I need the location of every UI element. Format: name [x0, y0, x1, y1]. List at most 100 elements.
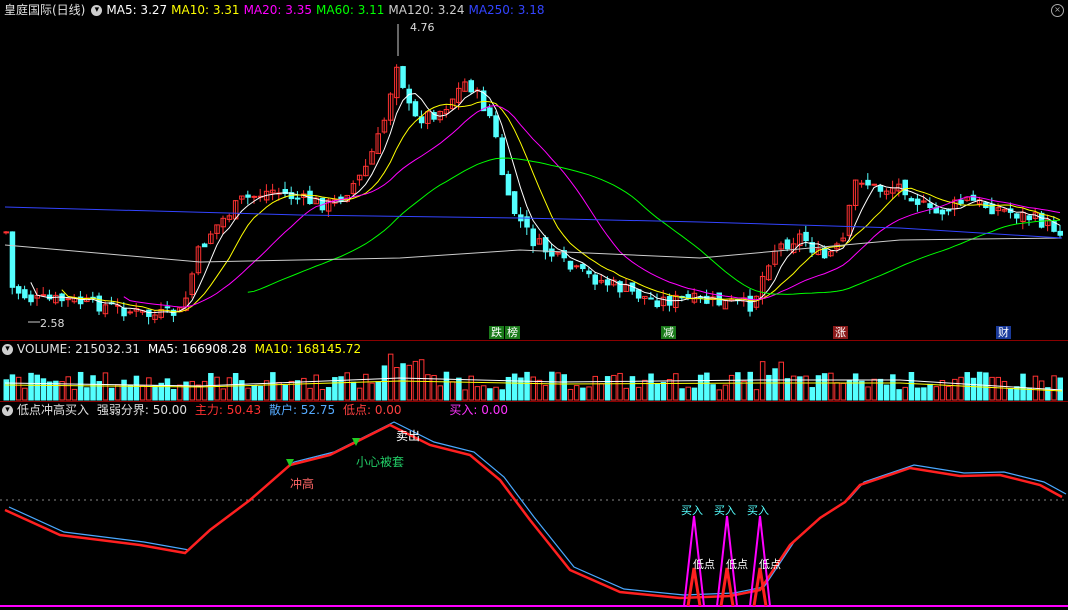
volume-bar	[549, 371, 555, 401]
volume-bar	[958, 376, 964, 401]
volume-bar	[474, 386, 481, 401]
volume-bar	[908, 371, 915, 401]
volume-bar	[84, 387, 90, 401]
volume-bar	[1001, 380, 1008, 401]
volume-bar	[673, 373, 679, 401]
candle-body	[201, 243, 208, 248]
volume-bar	[995, 376, 1001, 401]
candle-body	[28, 294, 34, 303]
sell-label: 卖出	[396, 429, 420, 443]
candle-body	[1038, 212, 1045, 228]
volume-bar	[325, 387, 332, 401]
low-spike	[686, 567, 702, 607]
volume-bar	[369, 382, 375, 401]
rush-high-label: 冲高	[290, 476, 314, 491]
volume-bar	[34, 374, 40, 401]
volume-bar	[214, 376, 220, 401]
volume-bar	[945, 385, 952, 401]
candle-body	[747, 295, 753, 312]
candle-body	[648, 297, 654, 300]
candle-body	[1014, 213, 1020, 219]
volume-bar	[28, 372, 34, 401]
volume-bar	[604, 376, 611, 401]
volume-bar	[22, 387, 28, 401]
volume-bar	[232, 373, 239, 401]
candle-body	[945, 209, 952, 212]
volume-bar	[65, 376, 71, 401]
candle-body	[542, 237, 549, 253]
low-point-label: 低点	[693, 558, 715, 571]
candle-body	[511, 191, 518, 215]
volume-bar	[784, 378, 791, 401]
candle-body	[65, 298, 71, 301]
event-badge[interactable]: 财	[996, 326, 1011, 339]
volume-bar	[139, 385, 146, 401]
event-badge[interactable]: 涨	[833, 326, 848, 339]
candle-body	[573, 265, 580, 268]
volume-bar	[611, 374, 617, 401]
volume-bar	[902, 386, 908, 401]
volume-bar	[121, 379, 127, 401]
low-point-label: 低点	[726, 558, 748, 571]
volume-bar	[679, 388, 685, 401]
volume-bar	[133, 375, 140, 401]
volume-bar	[313, 374, 319, 401]
volume-bar	[914, 387, 921, 401]
volume-bar	[1057, 377, 1063, 401]
candle-body	[549, 248, 555, 257]
volume-bar	[511, 373, 518, 401]
candle-body	[908, 198, 915, 202]
volume-bar	[859, 380, 865, 401]
volume-bar	[877, 378, 884, 401]
volume-bar	[46, 381, 53, 401]
volume-bar	[691, 387, 698, 401]
volume-bar	[561, 374, 567, 401]
volume-bar	[598, 383, 605, 401]
volume-bar	[573, 385, 580, 401]
buy-label: 买入	[714, 504, 736, 517]
volume-bar	[871, 378, 877, 401]
volume-bar	[592, 375, 598, 401]
volume-bar	[270, 372, 276, 401]
volume-bar	[480, 385, 487, 401]
event-badge[interactable]: 跌	[489, 326, 504, 339]
event-badge[interactable]: 榜	[505, 326, 520, 339]
volume-bar	[635, 386, 642, 401]
volume-bar	[586, 386, 592, 401]
volume-bar	[443, 371, 450, 401]
candle-body	[939, 209, 946, 215]
volume-bar	[71, 388, 78, 401]
stock-chart[interactable]: 4.76 2.58 买入低点 买入低点 买入低点 冲高 小心被套 卖出	[0, 0, 1068, 610]
candle-body	[3, 231, 9, 234]
volume-bar	[772, 368, 778, 401]
ma10-line	[61, 100, 1061, 313]
candle-body	[1026, 215, 1032, 221]
candle-body	[970, 194, 977, 201]
volume-bar	[437, 385, 443, 401]
volume-bar	[759, 361, 766, 401]
volume-bar	[127, 384, 133, 401]
low-label: 2.58	[40, 317, 65, 330]
volume-bar	[201, 380, 208, 401]
volume-bar	[462, 389, 468, 401]
candle-body	[412, 101, 419, 117]
volume-bar	[15, 376, 22, 401]
careful-label: 小心被套	[356, 455, 404, 469]
volume-bar	[697, 374, 704, 401]
volume-bar	[654, 382, 660, 401]
candle-body	[604, 279, 611, 286]
candle-body	[927, 203, 933, 208]
event-badge[interactable]: 减	[661, 326, 676, 339]
candle-body	[15, 286, 22, 294]
candle-body	[22, 289, 28, 299]
volume-bar	[660, 381, 667, 401]
volume-bar	[189, 380, 195, 401]
volume-bar	[623, 387, 629, 401]
buy-label: 买入	[747, 504, 769, 517]
volume-bar	[251, 385, 257, 401]
volume-bar	[685, 386, 691, 401]
volume-bar	[629, 376, 636, 401]
retail-line	[8, 421, 1067, 596]
volume-bar	[989, 376, 995, 401]
volume-bar	[933, 386, 939, 401]
